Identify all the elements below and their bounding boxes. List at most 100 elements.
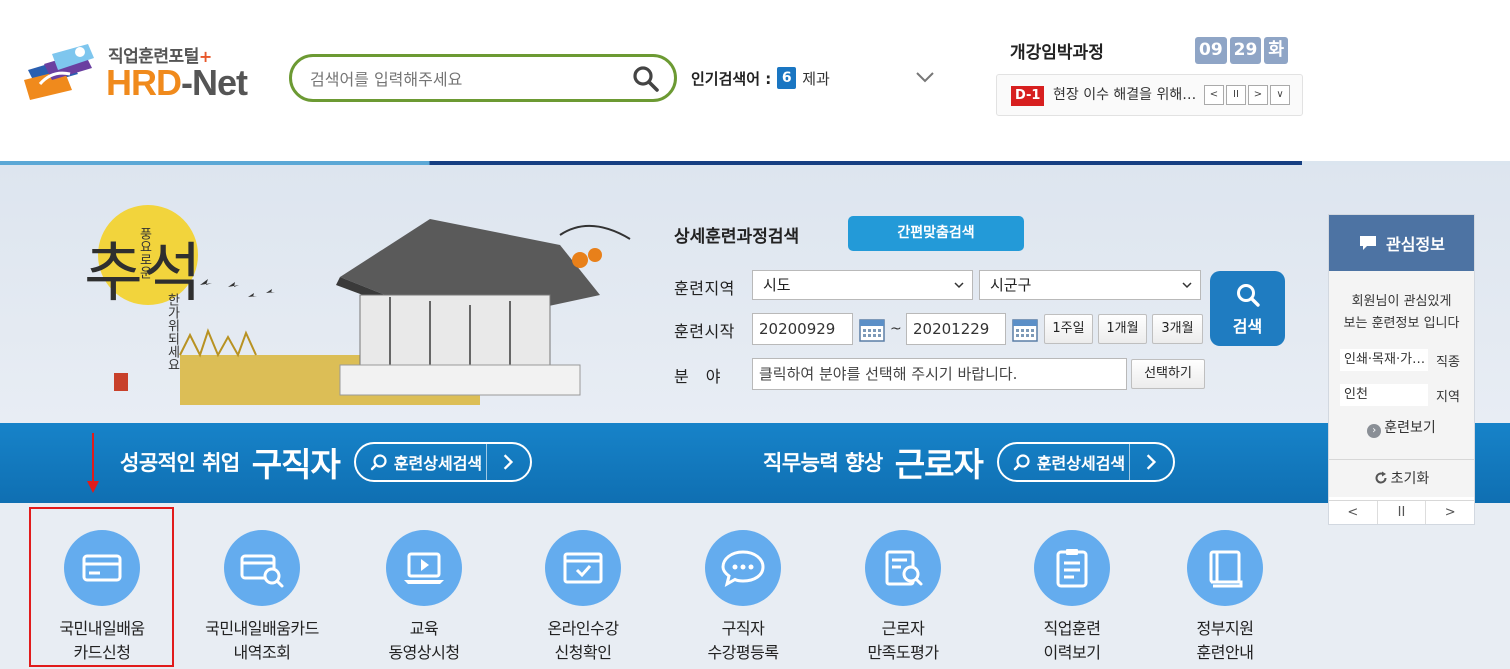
jobseeker-detail-search-label: 훈련상세검색	[393, 454, 483, 473]
menu-icon-circle	[64, 530, 140, 606]
worker-detail-search-button[interactable]: 훈련상세검색	[996, 442, 1176, 482]
interest-header: 관심정보	[1329, 215, 1474, 271]
ticker-prev-button[interactable]: <	[1204, 85, 1224, 105]
interest-prev-button[interactable]: <	[1329, 501, 1378, 524]
interest-region-row: 인천 지역	[1340, 384, 1466, 406]
ticker-next-button[interactable]: >	[1248, 85, 1268, 105]
region-sido-select[interactable]: 시도	[752, 270, 973, 300]
video-laptop-icon	[404, 552, 444, 584]
menu-item-satisfaction[interactable]: 근로자 만족도평가	[823, 503, 983, 669]
menu-item-training-history[interactable]: 직업훈련 이력보기	[992, 503, 1152, 669]
region-sigungu-select[interactable]: 시군구	[979, 270, 1201, 300]
search-icon	[1013, 454, 1030, 471]
jobseeker-section: 성공적인 취업 구직자 훈련상세검색	[120, 437, 533, 487]
menu-label-line2: 만족도평가	[867, 643, 939, 662]
detail-search-title: 상세훈련과정검색	[674, 227, 800, 247]
menu-label-line2: 훈련안내	[1196, 643, 1254, 662]
doc-search-icon	[885, 550, 923, 586]
d-day-badge: D-1	[1011, 86, 1045, 106]
period-1month-button[interactable]: 1개월	[1098, 314, 1147, 344]
popular-keyword-link[interactable]: 제과	[802, 68, 830, 89]
chevron-down-icon[interactable]	[914, 66, 936, 88]
interest-next-button[interactable]: >	[1426, 501, 1474, 524]
date-day: 29	[1229, 37, 1262, 64]
worker-detail-search-label: 훈련상세검색	[1036, 454, 1126, 473]
menu-item-card-history[interactable]: 국민내일배움카드 내역조회	[182, 503, 342, 669]
menu-label-line2: 동영상시청	[388, 643, 460, 662]
search-input[interactable]	[310, 66, 620, 92]
quick-custom-search-button[interactable]: 간편맞춤검색	[848, 216, 1024, 251]
browser-check-icon	[563, 552, 603, 584]
menu-icon-circle	[545, 530, 621, 606]
chevron-down-icon	[954, 282, 964, 289]
menu-label-line1: 정부지원	[1196, 619, 1254, 638]
clipboard-icon	[1056, 549, 1088, 588]
logo-mark-icon	[24, 44, 94, 100]
ticker-course-link[interactable]: 현장 이수 해결을 위해 진행하는	[1053, 84, 1199, 104]
site-header: 직업훈련포털+ HRD-Net 인기검색어 : 6 제과 개강임박과정 09 2…	[0, 0, 1510, 162]
speech-bubble-icon	[1360, 236, 1377, 250]
menu-icon-circle	[1034, 530, 1110, 606]
region-sido-value: 시도	[763, 276, 791, 294]
period-3month-button[interactable]: 3개월	[1152, 314, 1203, 344]
menu-icon-circle	[224, 530, 300, 606]
view-training-link[interactable]: › 훈련보기	[1329, 417, 1474, 438]
open-soon-title: 개강임박과정	[1010, 43, 1104, 63]
banner-line-1: 풍요로운	[137, 227, 152, 279]
field-select-button[interactable]: 선택하기	[1131, 359, 1205, 389]
ticker-expand-button[interactable]: ∨	[1270, 85, 1290, 105]
jobseeker-detail-search-button[interactable]: 훈련상세검색	[353, 442, 533, 482]
search-box	[289, 54, 677, 102]
menu-item-review[interactable]: 구직자 수강평등록	[663, 503, 823, 669]
menu-label-line2: 카드신청	[73, 643, 131, 662]
date-month: 09	[1195, 37, 1227, 64]
interest-desc-line2: 보는 훈련정보 입니다	[1343, 316, 1460, 331]
menu-item-edu-video[interactable]: 교육 동영상시청	[344, 503, 504, 669]
period-1week-button[interactable]: 1주일	[1044, 314, 1093, 344]
field-select-input[interactable]: 클릭하여 분야를 선택해 주시기 바랍니다.	[752, 358, 1127, 390]
ticker-pause-button[interactable]: II	[1226, 85, 1246, 105]
menu-label-line1: 온라인수강	[547, 619, 619, 638]
interest-job-key: 직종	[1436, 354, 1460, 370]
hrd-net-logo[interactable]: 직업훈련포털+ HRD-Net	[22, 40, 262, 106]
region-label: 훈련지역	[674, 279, 735, 298]
today-date: 09 29 화	[1195, 37, 1288, 64]
reset-button[interactable]: 초기화	[1329, 459, 1474, 497]
menu-label-line1: 교육	[409, 619, 439, 638]
date-separator: ~	[890, 321, 902, 337]
credit-card-icon	[82, 554, 122, 582]
jobseeker-title: 구직자	[251, 445, 341, 484]
refresh-icon	[1375, 471, 1387, 484]
menu-label-line2: 내역조회	[233, 643, 291, 662]
interest-body: 회원님이 관심있게 보는 훈련정보 입니다 인쇄·목재·가구·공예 직종 인천 …	[1329, 271, 1474, 471]
search-button[interactable]: 검색	[1210, 271, 1285, 346]
date-weekday: 화	[1264, 37, 1288, 64]
worker-section: 직무능력 향상 근로자 훈련상세검색	[763, 437, 1176, 487]
calendar-icon[interactable]	[1011, 315, 1039, 343]
menu-item-gov-support[interactable]: 정부지원 훈련안내	[1145, 503, 1305, 669]
calendar-icon[interactable]	[858, 315, 886, 343]
start-date-label: 훈련시작	[674, 322, 735, 341]
menu-item-card-apply[interactable]: 국민내일배움 카드신청	[22, 503, 182, 669]
menu-label-line2: 수강평등록	[707, 643, 779, 662]
interest-pause-button[interactable]: II	[1378, 501, 1427, 524]
search-icon[interactable]	[632, 65, 660, 93]
menu-label-line1: 직업훈련	[1043, 619, 1101, 638]
menu-icon-circle	[1187, 530, 1263, 606]
popular-rank-badge: 6	[777, 67, 797, 89]
interest-region-value: 인천	[1340, 384, 1428, 406]
interest-desc-line1: 회원님이 관심있게	[1351, 294, 1452, 309]
menu-icon-circle	[386, 530, 462, 606]
menu-label-line1: 근로자	[881, 619, 925, 638]
worker-title: 근로자	[894, 445, 984, 484]
annotation-arrow-icon	[87, 433, 99, 493]
open-soon-ticker: D-1 현장 이수 해결을 위해 진행하는 < II > ∨	[996, 74, 1303, 116]
interest-title: 관심정보	[1386, 235, 1445, 254]
start-date-from-input[interactable]: 20200929	[752, 313, 853, 345]
interest-job-value: 인쇄·목재·가구·공예	[1340, 349, 1428, 371]
popular-keywords: 인기검색어 : 6 제과	[691, 66, 830, 90]
menu-item-online-check[interactable]: 온라인수강 신청확인	[503, 503, 663, 669]
interest-region-key: 지역	[1436, 389, 1460, 405]
start-date-to-input[interactable]: 20201229	[906, 313, 1006, 345]
view-training-label: 훈련보기	[1384, 420, 1436, 436]
